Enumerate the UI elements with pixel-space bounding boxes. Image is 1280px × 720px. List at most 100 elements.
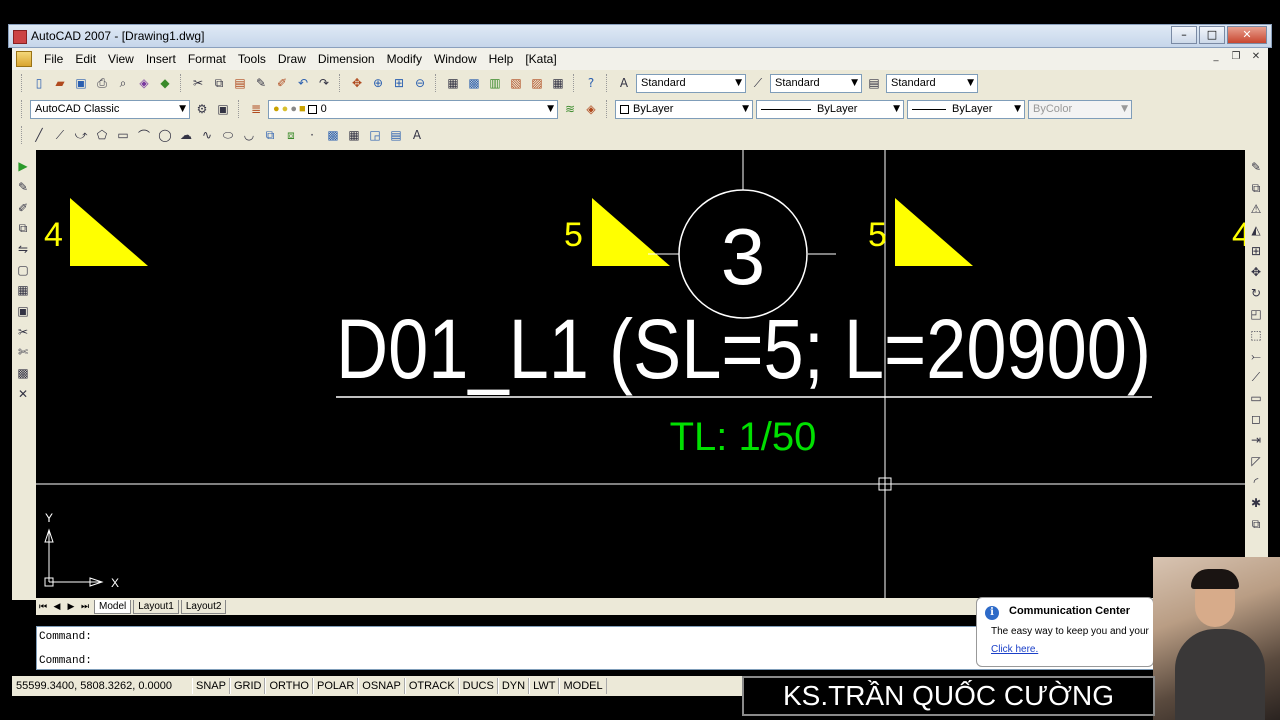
move-icon[interactable]: ▣ bbox=[14, 303, 32, 320]
doc-restore-button[interactable]: ❐ bbox=[1228, 51, 1244, 65]
trim-icon[interactable]: ✂ bbox=[14, 323, 32, 340]
offset-icon[interactable]: ▢ bbox=[14, 261, 32, 278]
coordinate-display[interactable]: 55599.3400, 5808.3262, 0.0000 bbox=[12, 680, 192, 692]
zoom-window-icon[interactable]: ⊞ bbox=[390, 74, 408, 92]
table-style-select[interactable]: Standard ▼ bbox=[886, 73, 978, 93]
document-icon[interactable] bbox=[16, 51, 32, 67]
communication-center-balloon[interactable]: i Communication Center The easy way to k… bbox=[976, 597, 1154, 667]
menu-view[interactable]: View bbox=[102, 52, 140, 66]
circle-icon[interactable]: ◯ bbox=[156, 126, 174, 144]
copy-icon[interactable]: ⧉ bbox=[1247, 179, 1265, 197]
3d-dwf-icon[interactable]: ◆ bbox=[156, 74, 174, 92]
offset-icon[interactable]: ◭ bbox=[1247, 221, 1265, 239]
linetype-select[interactable]: ByLayer ▼ bbox=[756, 99, 904, 119]
text-style-select[interactable]: Standard ▼ bbox=[636, 73, 746, 93]
trim-icon[interactable]: ⤚ bbox=[1247, 347, 1265, 365]
design-center-icon[interactable]: ▩ bbox=[465, 74, 483, 92]
help-icon[interactable]: ? bbox=[582, 74, 600, 92]
menu-draw[interactable]: Draw bbox=[272, 52, 312, 66]
polar-toggle[interactable]: POLAR bbox=[313, 678, 359, 694]
zoom-realtime-icon[interactable]: ⊕ bbox=[369, 74, 387, 92]
plot-icon[interactable]: ⎙ bbox=[93, 74, 111, 92]
pencil-icon[interactable]: ✎ bbox=[14, 179, 32, 196]
save-icon[interactable]: ▣ bbox=[72, 74, 90, 92]
make-layer-current-icon[interactable]: ≋ bbox=[561, 100, 579, 118]
calculator-icon[interactable]: ▦ bbox=[549, 74, 567, 92]
tab-model[interactable]: Model bbox=[94, 600, 132, 614]
menu-tools[interactable]: Tools bbox=[232, 52, 272, 66]
grid-toggle[interactable]: GRID bbox=[229, 678, 266, 694]
menu-file[interactable]: File bbox=[38, 52, 69, 66]
last-tab-icon[interactable]: ⏭ bbox=[78, 602, 92, 612]
polygon-icon[interactable]: ⬠ bbox=[93, 126, 111, 144]
revision-cloud-icon[interactable]: ☁ bbox=[177, 126, 195, 144]
hatch-icon[interactable]: ▩ bbox=[324, 126, 342, 144]
region-icon[interactable]: ◲ bbox=[366, 126, 384, 144]
make-block-icon[interactable]: ⧈ bbox=[282, 126, 300, 144]
gradient-icon[interactable]: ▦ bbox=[345, 126, 363, 144]
menu-edit[interactable]: Edit bbox=[69, 52, 102, 66]
next-tab-icon[interactable]: ▶ bbox=[64, 602, 78, 612]
rectangle-icon[interactable]: ▭ bbox=[114, 126, 132, 144]
copy-object-icon[interactable]: ⧉ bbox=[14, 220, 32, 237]
block-editor-icon[interactable]: ✐ bbox=[273, 74, 291, 92]
array-icon[interactable]: ⊞ bbox=[1247, 242, 1265, 260]
drawing-area[interactable]: 4 5 5 4 3 D01_L1 (SL=5; L=20900) TL: 1/5… bbox=[36, 150, 1245, 598]
menu-modify[interactable]: Modify bbox=[381, 52, 428, 66]
tool-palettes-icon[interactable]: ▥ bbox=[486, 74, 504, 92]
copy-icon[interactable]: ⧉ bbox=[210, 74, 228, 92]
first-tab-icon[interactable]: ⏮ bbox=[36, 602, 50, 612]
save-workspace-icon[interactable]: ▣ bbox=[214, 100, 232, 118]
color-select[interactable]: ByLayer ▼ bbox=[615, 99, 753, 119]
doc-minimize-button[interactable]: _ bbox=[1208, 51, 1224, 65]
doc-close-button[interactable]: ✕ bbox=[1248, 51, 1264, 65]
workspace-select[interactable]: AutoCAD Classic ▼ bbox=[30, 99, 190, 119]
new-icon[interactable]: ▯ bbox=[30, 74, 48, 92]
model-toggle[interactable]: MODEL bbox=[559, 678, 607, 694]
construction-line-icon[interactable]: ⟋ bbox=[51, 126, 69, 144]
match-properties-icon[interactable]: ✎ bbox=[252, 74, 270, 92]
table-icon[interactable]: ▤ bbox=[387, 126, 405, 144]
cut-icon[interactable]: ✂ bbox=[189, 74, 207, 92]
tab-layout1[interactable]: Layout1 bbox=[133, 600, 179, 614]
explode-icon[interactable]: ✕ bbox=[14, 385, 32, 402]
plot-preview-icon[interactable]: ⌕ bbox=[114, 74, 132, 92]
break-icon[interactable]: ◻ bbox=[1247, 410, 1265, 428]
workspace-settings-icon[interactable]: ⚙ bbox=[193, 100, 211, 118]
arc-icon[interactable]: ⌒ bbox=[135, 126, 153, 144]
spline-icon[interactable]: ∿ bbox=[198, 126, 216, 144]
point-icon[interactable]: · bbox=[303, 126, 321, 144]
zoom-previous-icon[interactable]: ⊖ bbox=[411, 74, 429, 92]
menu-format[interactable]: Format bbox=[182, 52, 232, 66]
extend-icon[interactable]: ▩ bbox=[14, 365, 32, 382]
move-icon[interactable]: ✥ bbox=[1247, 263, 1265, 281]
toolbar-grip[interactable] bbox=[21, 126, 24, 144]
lineweight-select[interactable]: ByLayer ▼ bbox=[907, 99, 1025, 119]
ortho-toggle[interactable]: ORTHO bbox=[265, 678, 313, 694]
markup-icon[interactable]: ▨ bbox=[528, 74, 546, 92]
paste-icon[interactable]: ▤ bbox=[231, 74, 249, 92]
layer-manager-icon[interactable]: ≣ bbox=[247, 100, 265, 118]
scale-icon[interactable]: ◰ bbox=[1247, 305, 1265, 323]
toolbar-grip[interactable] bbox=[21, 100, 24, 118]
maximize-button[interactable]: □ bbox=[1199, 26, 1225, 44]
polyline-icon[interactable]: ⤻ bbox=[72, 126, 90, 144]
stretch-icon[interactable]: ⬚ bbox=[1247, 326, 1265, 344]
minimize-button[interactable]: – bbox=[1171, 26, 1197, 44]
otrack-toggle[interactable]: OTRACK bbox=[404, 678, 459, 694]
array-icon[interactable]: ▦ bbox=[14, 282, 32, 299]
balloon-link[interactable]: Click here. bbox=[991, 644, 1038, 655]
explode-icon[interactable]: ✱ bbox=[1247, 494, 1265, 512]
mirror-icon[interactable]: ⚠ bbox=[1247, 200, 1265, 218]
scissors-icon[interactable]: ✄ bbox=[14, 344, 32, 361]
play-icon[interactable]: ▶ bbox=[14, 158, 32, 175]
redo-icon[interactable]: ↷ bbox=[315, 74, 333, 92]
layer-previous-icon[interactable]: ◈ bbox=[582, 100, 600, 118]
multiline-text-icon[interactable]: A bbox=[408, 126, 426, 144]
publish-icon[interactable]: ◈ bbox=[135, 74, 153, 92]
drawing-canvas[interactable]: 4 5 5 4 3 D01_L1 (SL=5; L=20900) TL: 1/5… bbox=[36, 150, 1245, 598]
layer-select[interactable]: ● ● ● ■ 0 ▼ bbox=[268, 99, 558, 119]
osnap-toggle[interactable]: OSNAP bbox=[358, 678, 405, 694]
fillet-icon[interactable]: ◜ bbox=[1247, 473, 1265, 491]
erase-icon[interactable]: ✐ bbox=[14, 199, 32, 216]
